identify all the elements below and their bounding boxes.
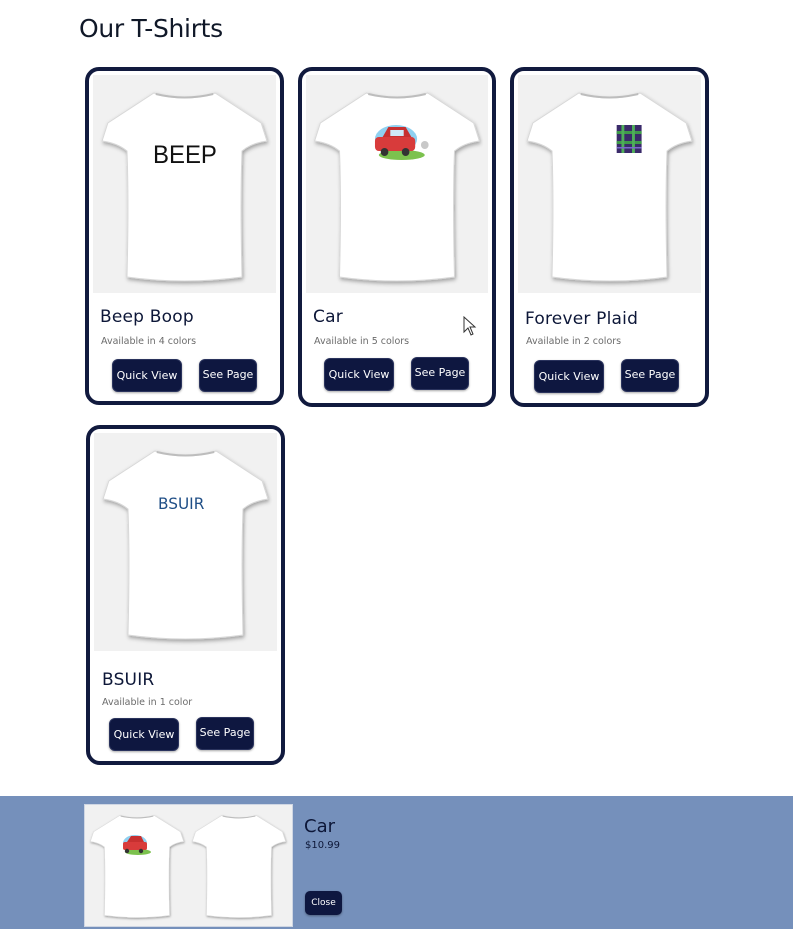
print-text: BSUIR (158, 494, 204, 513)
page-title: Our T-Shirts (79, 14, 223, 43)
product-card: BSUIR BSUIR Available in 1 color Quick V… (86, 425, 285, 765)
quick-view-image (84, 804, 293, 927)
product-name[interactable]: Car (313, 307, 343, 327)
plaid-pocket-icon (616, 125, 642, 153)
product-name[interactable]: BSUIR (102, 670, 154, 690)
product-card: Car Available in 5 colors Quick View See… (298, 67, 496, 407)
quick-view-button[interactable]: Quick View (534, 360, 604, 393)
see-page-button[interactable]: See Page (621, 359, 679, 392)
quick-view-button[interactable]: Quick View (324, 358, 394, 391)
product-card: Forever Plaid Available in 2 colors Quic… (510, 67, 709, 407)
see-page-button[interactable]: See Page (199, 359, 257, 392)
product-image[interactable] (518, 75, 701, 293)
see-page-button[interactable]: See Page (196, 717, 254, 750)
quick-view-button[interactable]: Quick View (109, 718, 179, 751)
product-image[interactable]: BSUIR (94, 433, 277, 651)
availability-text: Available in 4 colors (101, 336, 197, 347)
mouse-cursor-icon (463, 316, 477, 336)
quick-view-button[interactable]: Quick View (112, 359, 182, 392)
print-text: BEEP (153, 142, 217, 170)
close-button[interactable]: Close (305, 891, 342, 915)
product-card: BEEP Beep Boop Available in 4 colors Qui… (85, 67, 284, 405)
quick-view-title: Car (304, 816, 335, 837)
product-image[interactable]: BEEP (93, 75, 276, 293)
product-name[interactable]: Forever Plaid (525, 309, 638, 329)
availability-text: Available in 2 colors (526, 336, 622, 347)
product-image[interactable] (306, 75, 488, 293)
see-page-button[interactable]: See Page (411, 357, 469, 390)
quick-view-panel: Car $10.99 Close (0, 796, 793, 929)
availability-text: Available in 1 color (102, 697, 193, 708)
quick-view-price: $10.99 (305, 840, 340, 851)
product-name[interactable]: Beep Boop (100, 307, 194, 327)
availability-text: Available in 5 colors (314, 336, 410, 347)
